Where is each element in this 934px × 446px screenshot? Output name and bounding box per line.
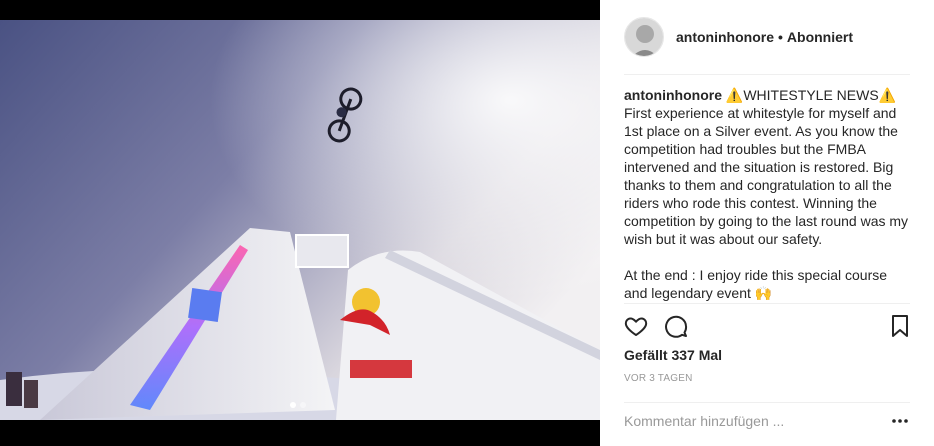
caption-text: ⚠️WHITESTYLE NEWS⚠️ First experience at … [624, 87, 909, 301]
more-options-icon[interactable] [890, 412, 910, 430]
media-top-letterbox [0, 0, 600, 20]
post-details-panel: antoninhonore • Abonniert antoninhonore ⚠️… [600, 0, 934, 446]
comment-input[interactable] [624, 412, 874, 430]
bookmark-icon[interactable] [886, 312, 914, 340]
post-header: antoninhonore • Abonniert [600, 0, 934, 74]
carousel-dot [300, 402, 306, 408]
avatar[interactable] [624, 17, 664, 57]
post-photo[interactable] [0, 20, 600, 420]
carousel-indicator [290, 402, 306, 408]
post-media[interactable] [0, 0, 600, 446]
divider [624, 303, 910, 304]
post-caption: antoninhonore ⚠️WHITESTYLE NEWS⚠️ First … [624, 86, 914, 302]
divider [624, 74, 910, 75]
caption-username[interactable]: antoninhonore [624, 87, 722, 103]
comment-icon[interactable] [662, 312, 690, 340]
carousel-dot-active [290, 402, 296, 408]
post-timestamp[interactable]: VOR 3 TAGEN [624, 373, 693, 384]
follow-status[interactable]: Abonniert [787, 29, 853, 45]
avatar-image [625, 18, 663, 56]
header-separator: • [778, 29, 783, 45]
heart-icon[interactable] [622, 312, 650, 340]
divider [624, 402, 910, 403]
post-actions [622, 312, 912, 340]
header-text: antoninhonore • Abonniert [676, 29, 853, 45]
header-username[interactable]: antoninhonore [676, 29, 774, 45]
media-bottom-letterbox [0, 420, 600, 446]
likes-count[interactable]: Gefällt 337 Mal [624, 347, 722, 363]
